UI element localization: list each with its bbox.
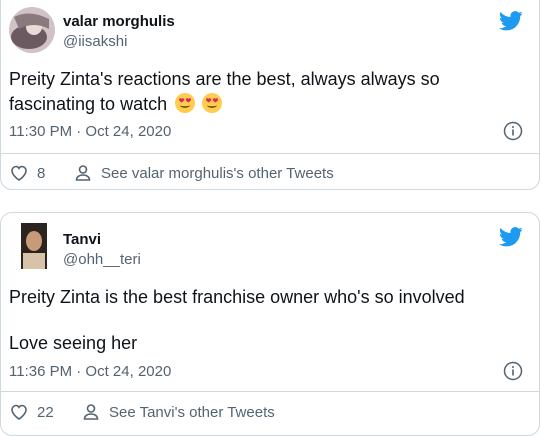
twitter-bird-icon[interactable] bbox=[499, 227, 523, 247]
divider bbox=[1, 153, 539, 154]
heart-icon bbox=[11, 404, 27, 420]
other-tweets-label: See Tanvi's other Tweets bbox=[109, 403, 275, 421]
author-name[interactable]: valar morghulis bbox=[63, 13, 175, 30]
info-icon[interactable] bbox=[503, 361, 523, 381]
other-tweets-link[interactable]: See valar morghulis's other Tweets bbox=[73, 161, 334, 185]
divider bbox=[1, 391, 539, 392]
tweet-card[interactable]: Tanvi @ohh__teri Preity Zinta is the bes… bbox=[0, 212, 540, 436]
heart-eyes-emoji bbox=[174, 92, 196, 114]
other-tweets-label: See valar morghulis's other Tweets bbox=[101, 164, 334, 182]
author-handle[interactable]: @ohh__teri bbox=[63, 251, 141, 268]
avatar[interactable] bbox=[11, 223, 57, 269]
avatar[interactable] bbox=[9, 7, 55, 53]
heart-eyes-emoji bbox=[201, 92, 223, 114]
person-icon bbox=[83, 404, 99, 420]
like-count: 8 bbox=[37, 164, 46, 182]
tweet-text-body: Preity Zinta's reactions are the best, a… bbox=[9, 69, 440, 114]
like-count: 22 bbox=[37, 403, 54, 421]
tweet-text-line: Preity Zinta is the best franchise owner… bbox=[9, 287, 465, 307]
timestamp[interactable]: 11:36 PM · Oct 24, 2020 bbox=[9, 363, 171, 380]
tweet-actions: 8 See valar morghulis's other Tweets bbox=[9, 161, 539, 185]
heart-icon bbox=[11, 165, 27, 181]
tweet-text-line: Love seeing her bbox=[9, 333, 138, 353]
timestamp[interactable]: 11:30 PM · Oct 24, 2020 bbox=[9, 123, 171, 140]
like-button[interactable]: 8 bbox=[9, 161, 45, 185]
twitter-bird-icon[interactable] bbox=[499, 11, 523, 31]
tweet-card[interactable]: valar morghulis @iisakshi Preity Zinta's… bbox=[0, 0, 540, 190]
info-icon[interactable] bbox=[503, 121, 523, 141]
author-handle[interactable]: @iisakshi bbox=[63, 33, 127, 50]
tweet-text: Preity Zinta's reactions are the best, a… bbox=[9, 67, 519, 117]
author-name[interactable]: Tanvi bbox=[63, 231, 101, 248]
tweet-actions: 22 See Tanvi's other Tweets bbox=[9, 400, 539, 424]
person-icon bbox=[75, 165, 91, 181]
like-button[interactable]: 22 bbox=[9, 400, 54, 424]
other-tweets-link[interactable]: See Tanvi's other Tweets bbox=[81, 400, 275, 424]
